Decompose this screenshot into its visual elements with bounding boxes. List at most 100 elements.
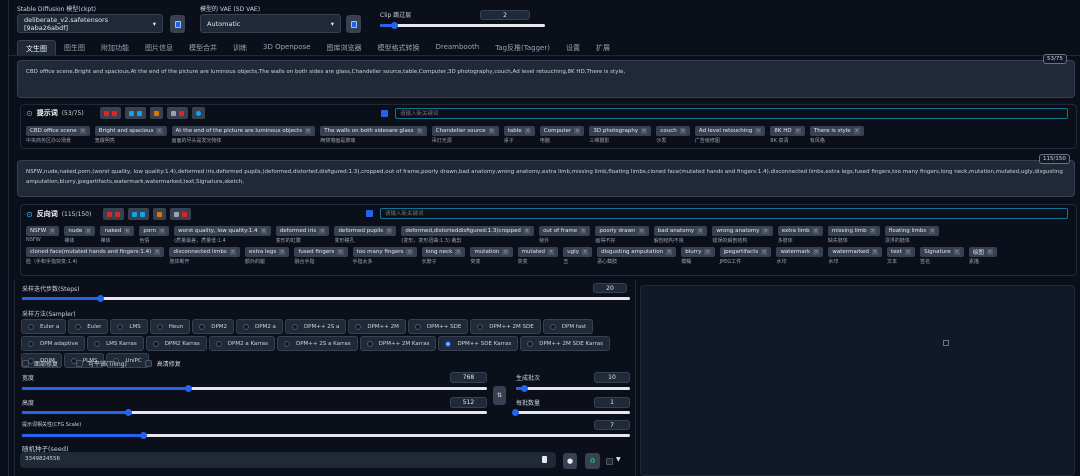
tag-chip[interactable]: fused fingers × — [294, 247, 348, 257]
tag-remove-icon[interactable]: × — [502, 249, 509, 255]
tag-chip[interactable]: long neck × — [421, 247, 466, 257]
tag-chip[interactable]: too many fingers × — [352, 247, 417, 257]
collapse-icon[interactable]: ⊙ — [26, 210, 33, 219]
tag-remove-icon[interactable]: × — [279, 249, 286, 255]
tag-remove-icon[interactable]: × — [869, 228, 876, 234]
tag-remove-icon[interactable]: × — [761, 249, 768, 255]
sampler-option[interactable]: DPM++ SDE — [407, 319, 469, 334]
tag-remove-icon[interactable]: × — [697, 228, 704, 234]
tag-remove-icon[interactable]: × — [638, 228, 645, 234]
reuse-seed-button[interactable]: ♻ — [585, 453, 600, 469]
tag-remove-icon[interactable]: × — [386, 228, 393, 234]
tag-chip[interactable]: mutation × — [470, 247, 513, 257]
tag-remove-icon[interactable]: × — [871, 249, 879, 255]
sampler-option[interactable]: Heun — [149, 319, 191, 334]
history-button[interactable] — [149, 107, 163, 119]
favorite-buttons[interactable] — [166, 107, 188, 119]
tag-chip[interactable]: blurry × — [681, 247, 715, 257]
sampler-option[interactable]: DPM fast — [542, 319, 594, 334]
cfg-input[interactable]: 7 — [594, 420, 630, 430]
favorite-buttons[interactable] — [170, 208, 192, 220]
tag-chip[interactable]: extra legs × — [244, 247, 290, 257]
batch-size-input[interactable]: 1 — [594, 397, 630, 408]
tab-1[interactable]: 图生图 — [56, 40, 93, 55]
tab-5[interactable]: 训练 — [225, 40, 255, 55]
delete-buttons[interactable] — [103, 208, 125, 220]
tag-chip[interactable]: text × — [887, 247, 916, 257]
tag-chip[interactable]: Bright and spacious × — [94, 126, 167, 136]
tag-chip[interactable]: missing limb × — [827, 226, 880, 236]
tag-chip[interactable]: ugly × — [563, 247, 593, 257]
tag-chip[interactable]: cloned face(mutated hands and fingers:1.… — [26, 247, 165, 257]
translate-button[interactable] — [191, 107, 205, 119]
tag-chip[interactable]: bad anatomy × — [653, 226, 708, 236]
delete-buttons[interactable] — [99, 107, 121, 119]
tab-4[interactable]: 模型合并 — [181, 40, 225, 55]
tag-remove-icon[interactable]: × — [853, 128, 860, 134]
history-button[interactable] — [153, 208, 167, 220]
tag-chip[interactable]: porn × — [139, 226, 170, 236]
tab-9[interactable]: Dreambooth — [427, 40, 487, 55]
sampler-option[interactable]: DPM2 — [192, 319, 235, 334]
tag-remove-icon[interactable]: × — [337, 249, 344, 255]
batch-count-slider[interactable] — [516, 384, 630, 392]
tag-chip[interactable]: deformed,distorteddisfigured:1.3)cropped… — [401, 226, 535, 236]
sampler-option[interactable]: DPM++ 2S a — [284, 319, 347, 334]
tab-0[interactable]: 文生图 — [17, 40, 56, 55]
tag-remove-icon[interactable]: × — [794, 128, 801, 134]
tab-11[interactable]: 设置 — [558, 40, 588, 55]
sampler-option[interactable]: DPM++ SDE Karras — [438, 336, 519, 351]
tag-remove-icon[interactable]: × — [986, 249, 994, 255]
tab-6[interactable]: 3D Openpose — [255, 40, 318, 55]
sampler-option[interactable]: Euler a — [21, 319, 67, 334]
tag-remove-icon[interactable]: × — [319, 228, 326, 234]
extra-seed-toggle-icon[interactable]: ▼ — [616, 456, 621, 463]
copy-buttons[interactable] — [124, 107, 146, 119]
tag-chip[interactable]: naked × — [100, 226, 135, 236]
tag-chip[interactable]: floating limbs × — [884, 226, 940, 236]
prompt-keyword-input[interactable] — [395, 108, 1068, 119]
tag-chip[interactable]: Chandelier source × — [431, 126, 499, 136]
tag-remove-icon[interactable]: × — [260, 228, 267, 234]
tag-remove-icon[interactable]: × — [813, 249, 820, 255]
tag-remove-icon[interactable]: × — [704, 249, 711, 255]
clip-skip-input[interactable]: 2 — [480, 10, 530, 20]
sampler-option[interactable]: DPM++ 2M Karras — [359, 336, 437, 351]
tag-remove-icon[interactable]: × — [49, 228, 56, 234]
tag-remove-icon[interactable]: × — [455, 249, 462, 255]
batch-count-input[interactable]: 10 — [594, 372, 630, 383]
tag-remove-icon[interactable]: × — [406, 249, 413, 255]
option-checkbox[interactable]: 高清修复 — [144, 359, 181, 368]
sampler-option[interactable]: Euler — [68, 319, 109, 334]
sampler-option[interactable]: DPM++ 2S a Karras — [277, 336, 358, 351]
tag-remove-icon[interactable]: × — [812, 228, 819, 234]
tag-remove-icon[interactable]: × — [305, 128, 312, 134]
vae-select[interactable]: Automatic ▾ — [200, 14, 341, 33]
sampler-option[interactable]: DPM++ 2M SDE — [470, 319, 541, 334]
prompt-textarea[interactable]: CBD office scene,Bright and spacious,At … — [17, 60, 1075, 98]
seed-spinner-icon[interactable] — [542, 456, 547, 463]
tag-remove-icon[interactable]: × — [666, 249, 673, 255]
tag-chip[interactable]: couch × — [656, 126, 690, 136]
height-input[interactable]: 512 — [450, 397, 487, 408]
tag-remove-icon[interactable]: × — [547, 249, 555, 255]
sampler-option[interactable]: DPM2 a — [236, 319, 283, 334]
tag-remove-icon[interactable]: × — [488, 128, 495, 134]
tag-remove-icon[interactable]: × — [904, 249, 912, 255]
tag-chip[interactable]: nude × — [64, 226, 96, 236]
tag-remove-icon[interactable]: × — [229, 249, 236, 255]
tag-chip[interactable]: disconnected limbs × — [169, 247, 240, 257]
tag-remove-icon[interactable]: × — [523, 228, 531, 234]
tag-chip[interactable]: disgusting amputation × — [597, 247, 677, 257]
tag-remove-icon[interactable]: × — [416, 128, 423, 134]
refresh-vae-button[interactable] — [346, 15, 361, 33]
tag-remove-icon[interactable]: × — [755, 128, 762, 134]
tag-chip[interactable]: 8K HD × — [770, 126, 805, 136]
seed-input[interactable]: 3349824556 — [20, 452, 556, 468]
negative-keyword-checkbox[interactable] — [366, 210, 373, 217]
copy-buttons[interactable] — [128, 208, 150, 220]
height-slider[interactable] — [22, 408, 487, 416]
tag-remove-icon[interactable]: × — [158, 228, 166, 234]
tag-chip[interactable]: deformed pupils × — [334, 226, 397, 236]
tag-remove-icon[interactable]: × — [574, 128, 581, 134]
